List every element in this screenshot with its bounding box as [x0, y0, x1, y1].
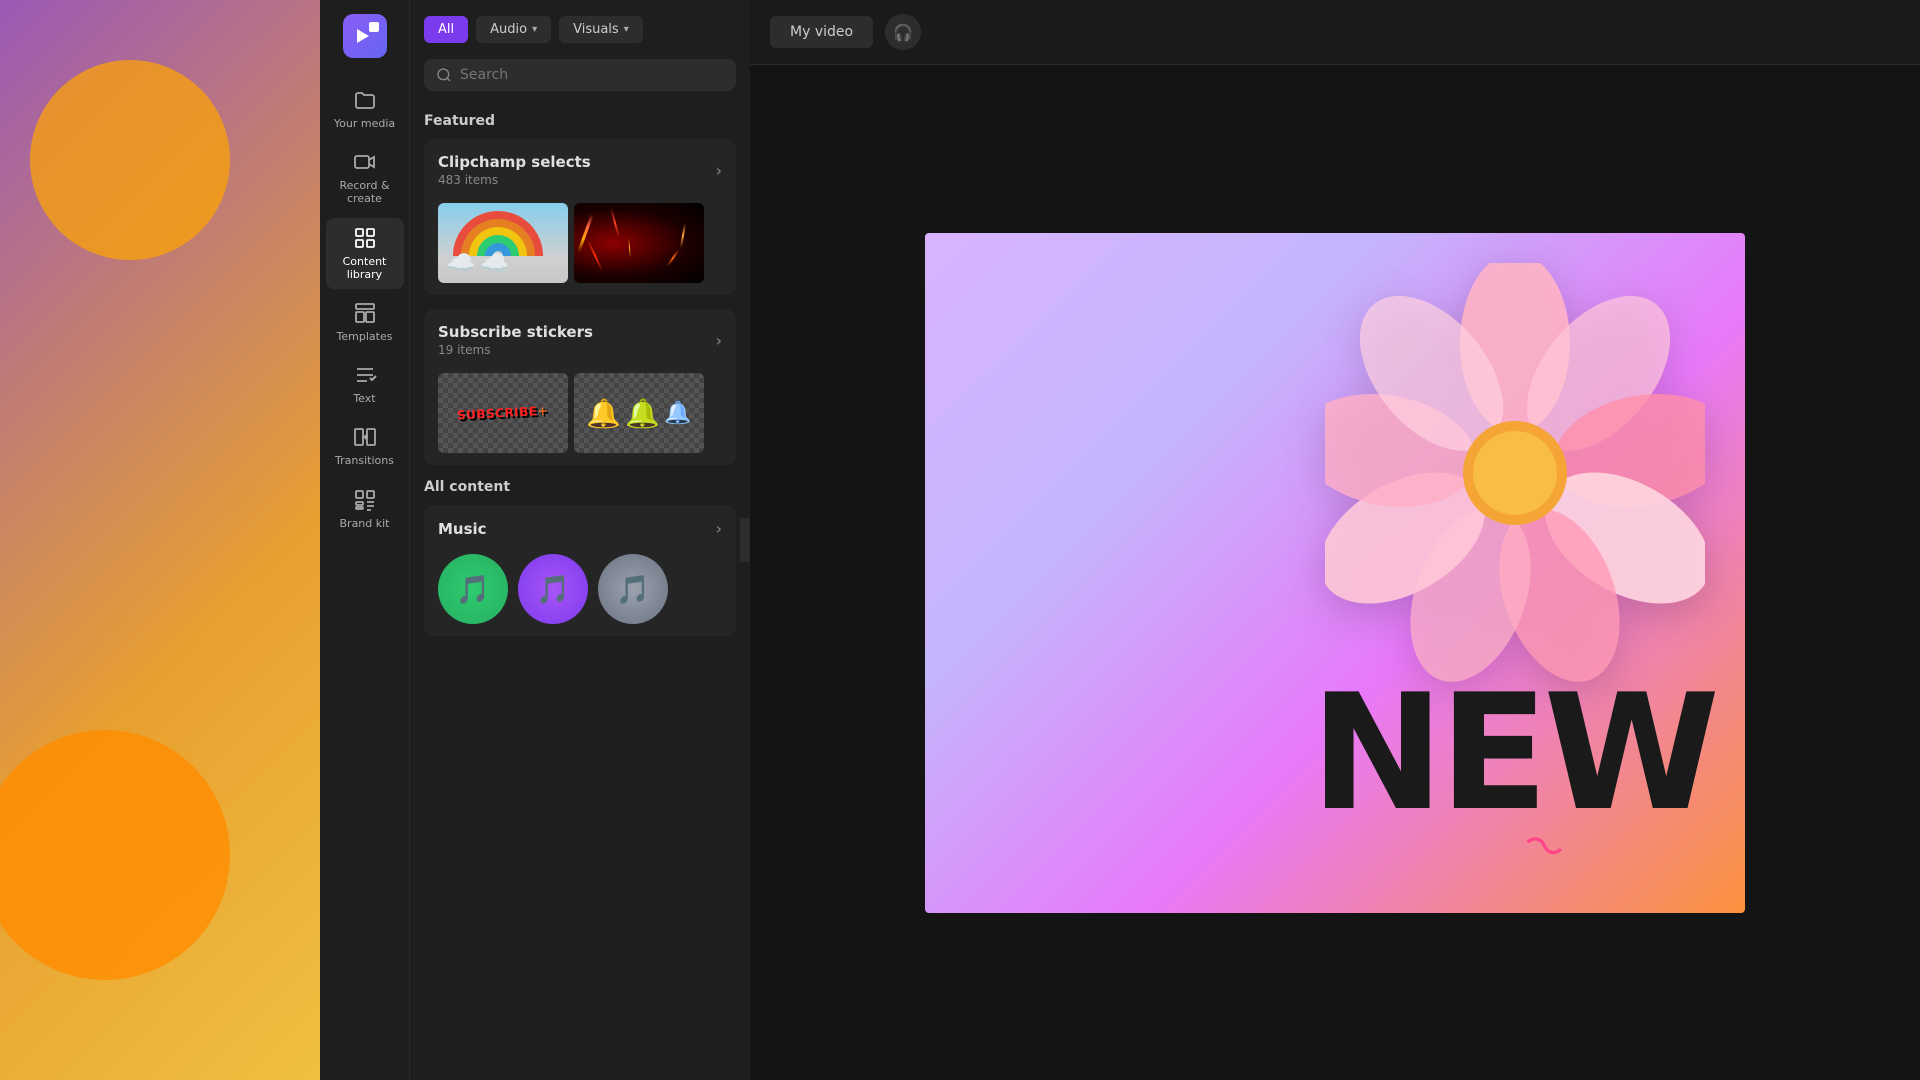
preview-area: My video 🎧: [750, 0, 1920, 1080]
clipchamp-selects-card[interactable]: Clipchamp selects 483 items › ☁️ ☁️: [424, 139, 736, 295]
search-icon: [436, 67, 452, 83]
content-panel-wrapper: All Audio ▾ Visuals ▾ Featured: [410, 0, 750, 1080]
subscribe-stickers-chevron-icon: ›: [716, 331, 722, 350]
thumb-subscribe: SUBSCRIBE+: [438, 373, 568, 453]
thumb-rainbow: ☁️ ☁️: [438, 203, 568, 283]
canvas-content: NEW 〜: [925, 233, 1745, 913]
transitions-icon: [353, 425, 377, 449]
video-icon: [353, 150, 377, 174]
subscribe-stickers-info: Subscribe stickers 19 items: [438, 323, 593, 357]
preview-header: My video 🎧: [750, 0, 1920, 65]
music-header: Music ›: [424, 505, 736, 544]
music-card[interactable]: Music › 🎵 🎵 🎵: [424, 505, 736, 636]
sidebar-item-templates[interactable]: Templates: [326, 293, 404, 351]
music-title: Music: [438, 520, 487, 538]
new-text: NEW: [1310, 673, 1715, 833]
music-info: Music: [438, 520, 487, 538]
flower-decoration: [1325, 263, 1705, 726]
folder-icon: [353, 88, 377, 112]
filter-bar: All Audio ▾ Visuals ▾: [410, 0, 750, 53]
search-box: [424, 59, 736, 91]
sidebar-label-record-create: Record &create: [339, 179, 389, 205]
subscribe-stickers-card[interactable]: Subscribe stickers 19 items › SUBSCRIBE+…: [424, 309, 736, 465]
app-logo[interactable]: [339, 10, 391, 62]
visuals-chevron-icon: ▾: [624, 24, 629, 35]
sidebar-label-text: Text: [353, 392, 375, 405]
subscribe-stickers-thumbs: SUBSCRIBE+ 🔔 🔔 🔔: [424, 363, 736, 465]
subscribe-stickers-header: Subscribe stickers 19 items ›: [424, 309, 736, 363]
headphones-icon-button[interactable]: 🎧: [885, 14, 921, 50]
thumb-bell: 🔔 🔔 🔔: [574, 373, 704, 453]
sidebar-item-transitions[interactable]: Transitions: [326, 417, 404, 475]
sidebar-item-brand-kit[interactable]: Brand kit: [326, 480, 404, 538]
subscribe-stickers-subtitle: 19 items: [438, 343, 593, 357]
thumb-galaxy: [574, 203, 704, 283]
music-thumb-purple: 🎵: [518, 554, 588, 624]
clipchamp-selects-header: Clipchamp selects 483 items ›: [424, 139, 736, 193]
filter-visuals-label: Visuals: [573, 22, 619, 37]
subscribe-stickers-title: Subscribe stickers: [438, 323, 593, 341]
filter-audio-button[interactable]: Audio ▾: [476, 16, 551, 43]
sidebar-item-content-library[interactable]: Content library: [326, 218, 404, 289]
music-thumb-gray: 🎵: [598, 554, 668, 624]
music-chevron-icon: ›: [716, 519, 722, 538]
scroll-area[interactable]: Featured Clipchamp selects 483 items ›: [410, 101, 750, 1080]
decorative-background: [0, 0, 320, 1080]
template-icon: [353, 301, 377, 325]
clipchamp-selects-title: Clipchamp selects: [438, 153, 591, 171]
clipchamp-selects-thumbs: ☁️ ☁️: [424, 193, 736, 295]
content-panel: All Audio ▾ Visuals ▾ Featured: [410, 0, 750, 1080]
video-title-button[interactable]: My video: [770, 16, 873, 48]
sidebar-label-content-library: Content library: [330, 255, 400, 281]
sidebar-item-your-media[interactable]: Your media: [326, 80, 404, 138]
all-content-section-title: All content: [424, 479, 736, 495]
subscribe-sticker-text: SUBSCRIBE+: [453, 403, 553, 422]
sidebar-item-text[interactable]: Text: [326, 355, 404, 413]
sidebar-label-transitions: Transitions: [335, 454, 394, 467]
clipchamp-selects-chevron-icon: ›: [716, 161, 722, 180]
featured-section-title: Featured: [424, 113, 736, 129]
search-input[interactable]: [460, 67, 724, 83]
filter-all-button[interactable]: All: [424, 16, 468, 43]
logo-shape: [343, 14, 387, 58]
sidebar-label-brand-kit: Brand kit: [340, 517, 390, 530]
search-container: [410, 53, 750, 101]
audio-chevron-icon: ▾: [532, 24, 537, 35]
music-thumbs: 🎵 🎵 🎵: [424, 544, 736, 636]
collapse-panel-button[interactable]: ‹: [740, 518, 750, 562]
brand-icon: [353, 488, 377, 512]
text-icon: [353, 363, 377, 387]
flower-svg: [1325, 263, 1705, 683]
clipchamp-selects-subtitle: 483 items: [438, 173, 591, 187]
sidebar-item-record-create[interactable]: Record &create: [326, 142, 404, 213]
sidebar-label-your-media: Your media: [334, 117, 395, 130]
sidebar-label-templates: Templates: [337, 330, 393, 343]
filter-audio-label: Audio: [490, 22, 527, 37]
preview-canvas: NEW 〜: [750, 65, 1920, 1080]
clipchamp-selects-info: Clipchamp selects 483 items: [438, 153, 591, 187]
filter-visuals-button[interactable]: Visuals ▾: [559, 16, 643, 43]
music-thumb-green: 🎵: [438, 554, 508, 624]
icon-sidebar: Your media Record &create Content librar…: [320, 0, 410, 1080]
grid-icon: [353, 226, 377, 250]
